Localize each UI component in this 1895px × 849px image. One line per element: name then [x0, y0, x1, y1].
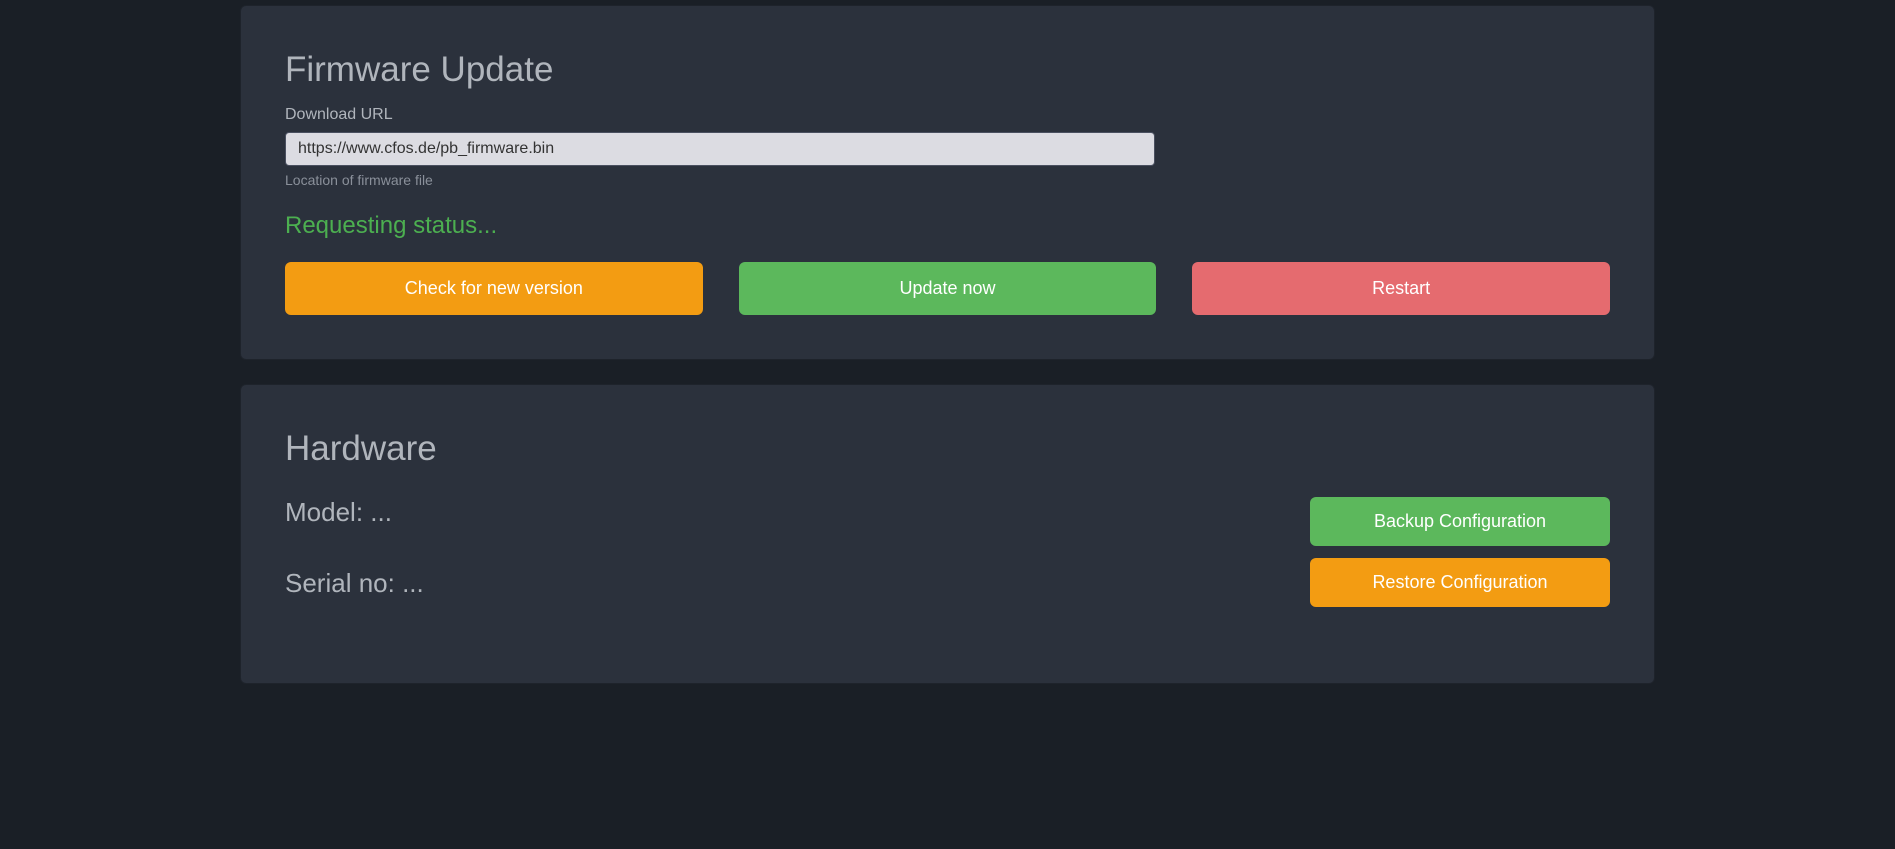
hardware-section: Model: ... Serial no: ... Backup Configu…: [285, 497, 1610, 639]
model-value: ...: [370, 497, 392, 527]
firmware-button-row: Check for new version Update now Restart: [285, 262, 1610, 315]
restart-button[interactable]: Restart: [1192, 262, 1610, 315]
hardware-buttons: Backup Configuration Restore Configurati…: [1310, 497, 1610, 607]
firmware-update-card: Firmware Update Download URL Location of…: [240, 5, 1655, 360]
check-version-button[interactable]: Check for new version: [285, 262, 703, 315]
download-url-hint: Location of firmware file: [285, 172, 1610, 188]
model-row: Model: ...: [285, 497, 424, 528]
serial-row: Serial no: ...: [285, 568, 424, 599]
update-now-button[interactable]: Update now: [739, 262, 1157, 315]
serial-value: ...: [402, 568, 424, 598]
firmware-title: Firmware Update: [285, 50, 1610, 90]
download-url-label: Download URL: [285, 106, 1610, 124]
hardware-title: Hardware: [285, 429, 1610, 469]
model-label: Model:: [285, 497, 370, 527]
serial-label: Serial no:: [285, 568, 402, 598]
backup-config-button[interactable]: Backup Configuration: [1310, 497, 1610, 546]
restore-config-button[interactable]: Restore Configuration: [1310, 558, 1610, 607]
hardware-info: Model: ... Serial no: ...: [285, 497, 424, 639]
status-text: Requesting status...: [285, 212, 1610, 240]
download-url-input[interactable]: [285, 132, 1155, 166]
hardware-card: Hardware Model: ... Serial no: ... Backu…: [240, 384, 1655, 684]
